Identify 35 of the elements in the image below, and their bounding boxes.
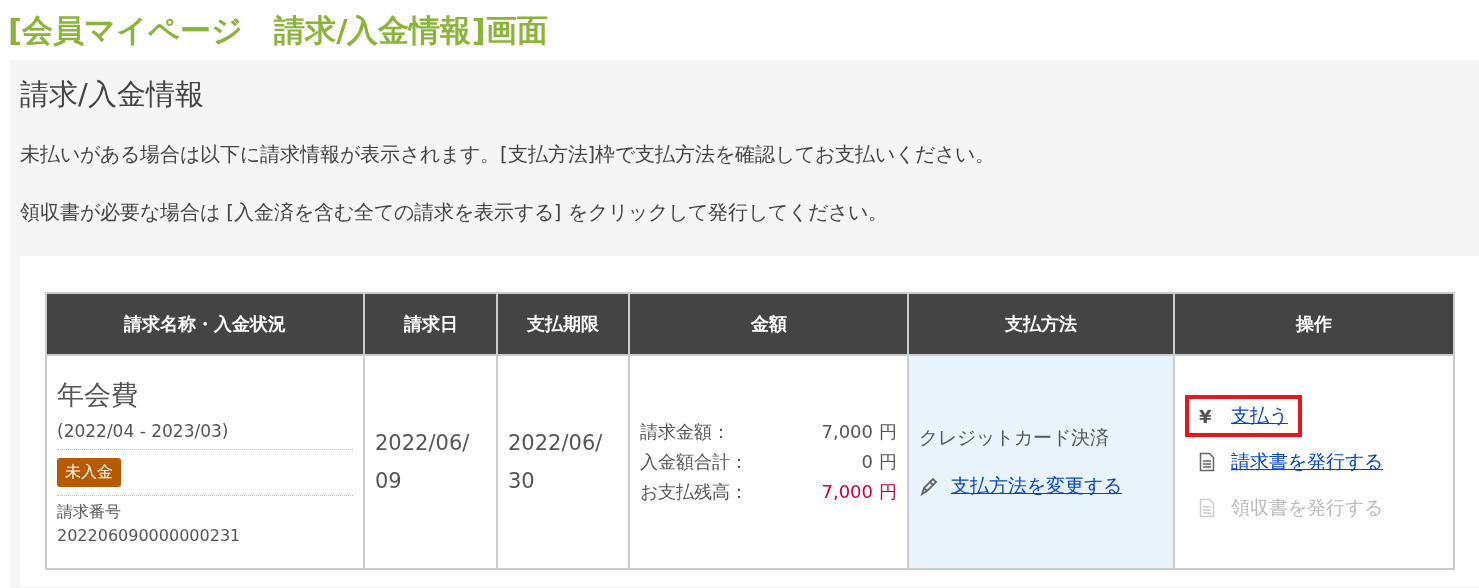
disabled-action: 領収書を発行する (1231, 495, 1383, 520)
status-badge: 未入金 (57, 457, 121, 487)
column-header: 請求日 (364, 293, 497, 355)
bill-number-label: 請求番号 (57, 500, 122, 523)
currency-unit: 円 (879, 420, 897, 444)
amount-value: 7,000 (820, 480, 873, 504)
bill-number: 202206090000000231 (57, 524, 242, 547)
bill-name: 年会費 (57, 377, 139, 412)
currency-unit: 円 (879, 450, 897, 474)
instruction-text: 未払いがある場合は以下に請求情報が表示されます。[支払方法]枠で支払方法を確認してお支払いください。 (20, 142, 997, 168)
column-header: 支払方法 (908, 293, 1174, 355)
column-header: 操作 (1174, 293, 1454, 355)
payment-method: クレジットカード決済 (919, 425, 1110, 450)
amount-value: 0 (860, 450, 873, 474)
amount-value: 7,000 (820, 420, 873, 444)
document-icon (1199, 498, 1215, 518)
document-icon (1199, 452, 1215, 472)
panel-heading: 請求/入金情報 (20, 76, 205, 113)
column-header: 金額 (629, 293, 908, 355)
action-link[interactable]: 請求書を発行する (1231, 449, 1383, 475)
change-payment-link[interactable]: 支払方法を変更する (951, 473, 1122, 499)
billing-period: (2022/04 - 2023/03) (57, 420, 353, 450)
date-text: 2022/06/09 (375, 430, 471, 495)
pencil-icon (919, 476, 939, 496)
date-text: 2022/06/30 (508, 430, 604, 495)
currency-unit: 円 (879, 480, 897, 504)
page-title: [会員マイページ 請求/入金情報]画面 (8, 11, 549, 50)
action-link[interactable]: 支払う (1231, 403, 1288, 429)
instruction-text: 領収書が必要な場合は [入金済を含む全ての請求を表示する] をクリックして発行してください。 (20, 200, 889, 226)
amount-label: 入金額合計： (640, 450, 748, 474)
yen-icon: ¥ (1199, 405, 1215, 427)
amount-label: 請求金額： (640, 420, 731, 444)
column-header: 支払期限 (497, 293, 629, 355)
column-header: 請求名称・入金状況 (46, 293, 364, 355)
amount-label: お支払残高： (640, 480, 748, 504)
